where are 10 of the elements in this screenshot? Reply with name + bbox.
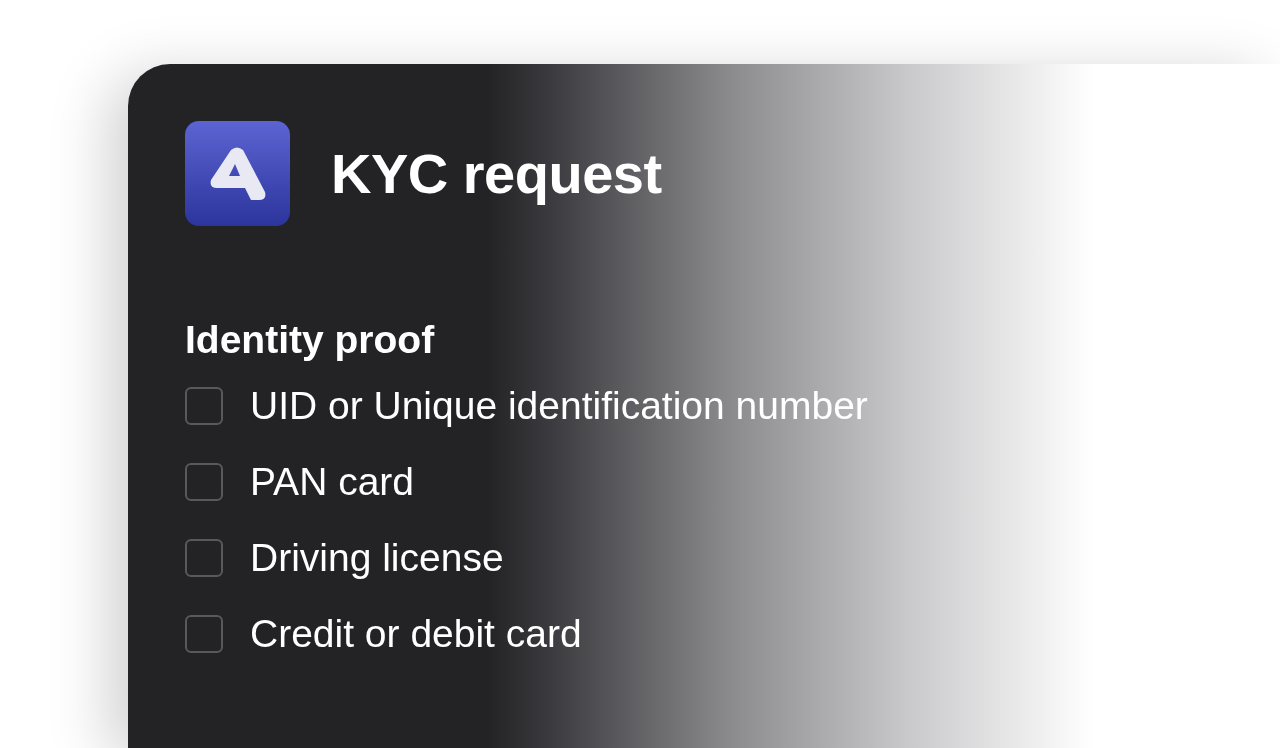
option-label: Driving license (250, 536, 504, 580)
option-label: Credit or debit card (250, 612, 582, 656)
option-label: UID or Unique identification number (250, 384, 868, 428)
section-heading: Identity proof (185, 318, 436, 362)
checkbox[interactable] (185, 539, 223, 577)
checkbox[interactable] (185, 615, 223, 653)
card-title: KYC request (331, 141, 662, 206)
checkbox[interactable] (185, 387, 223, 425)
checkbox[interactable] (185, 463, 223, 501)
option-label: PAN card (250, 460, 414, 504)
